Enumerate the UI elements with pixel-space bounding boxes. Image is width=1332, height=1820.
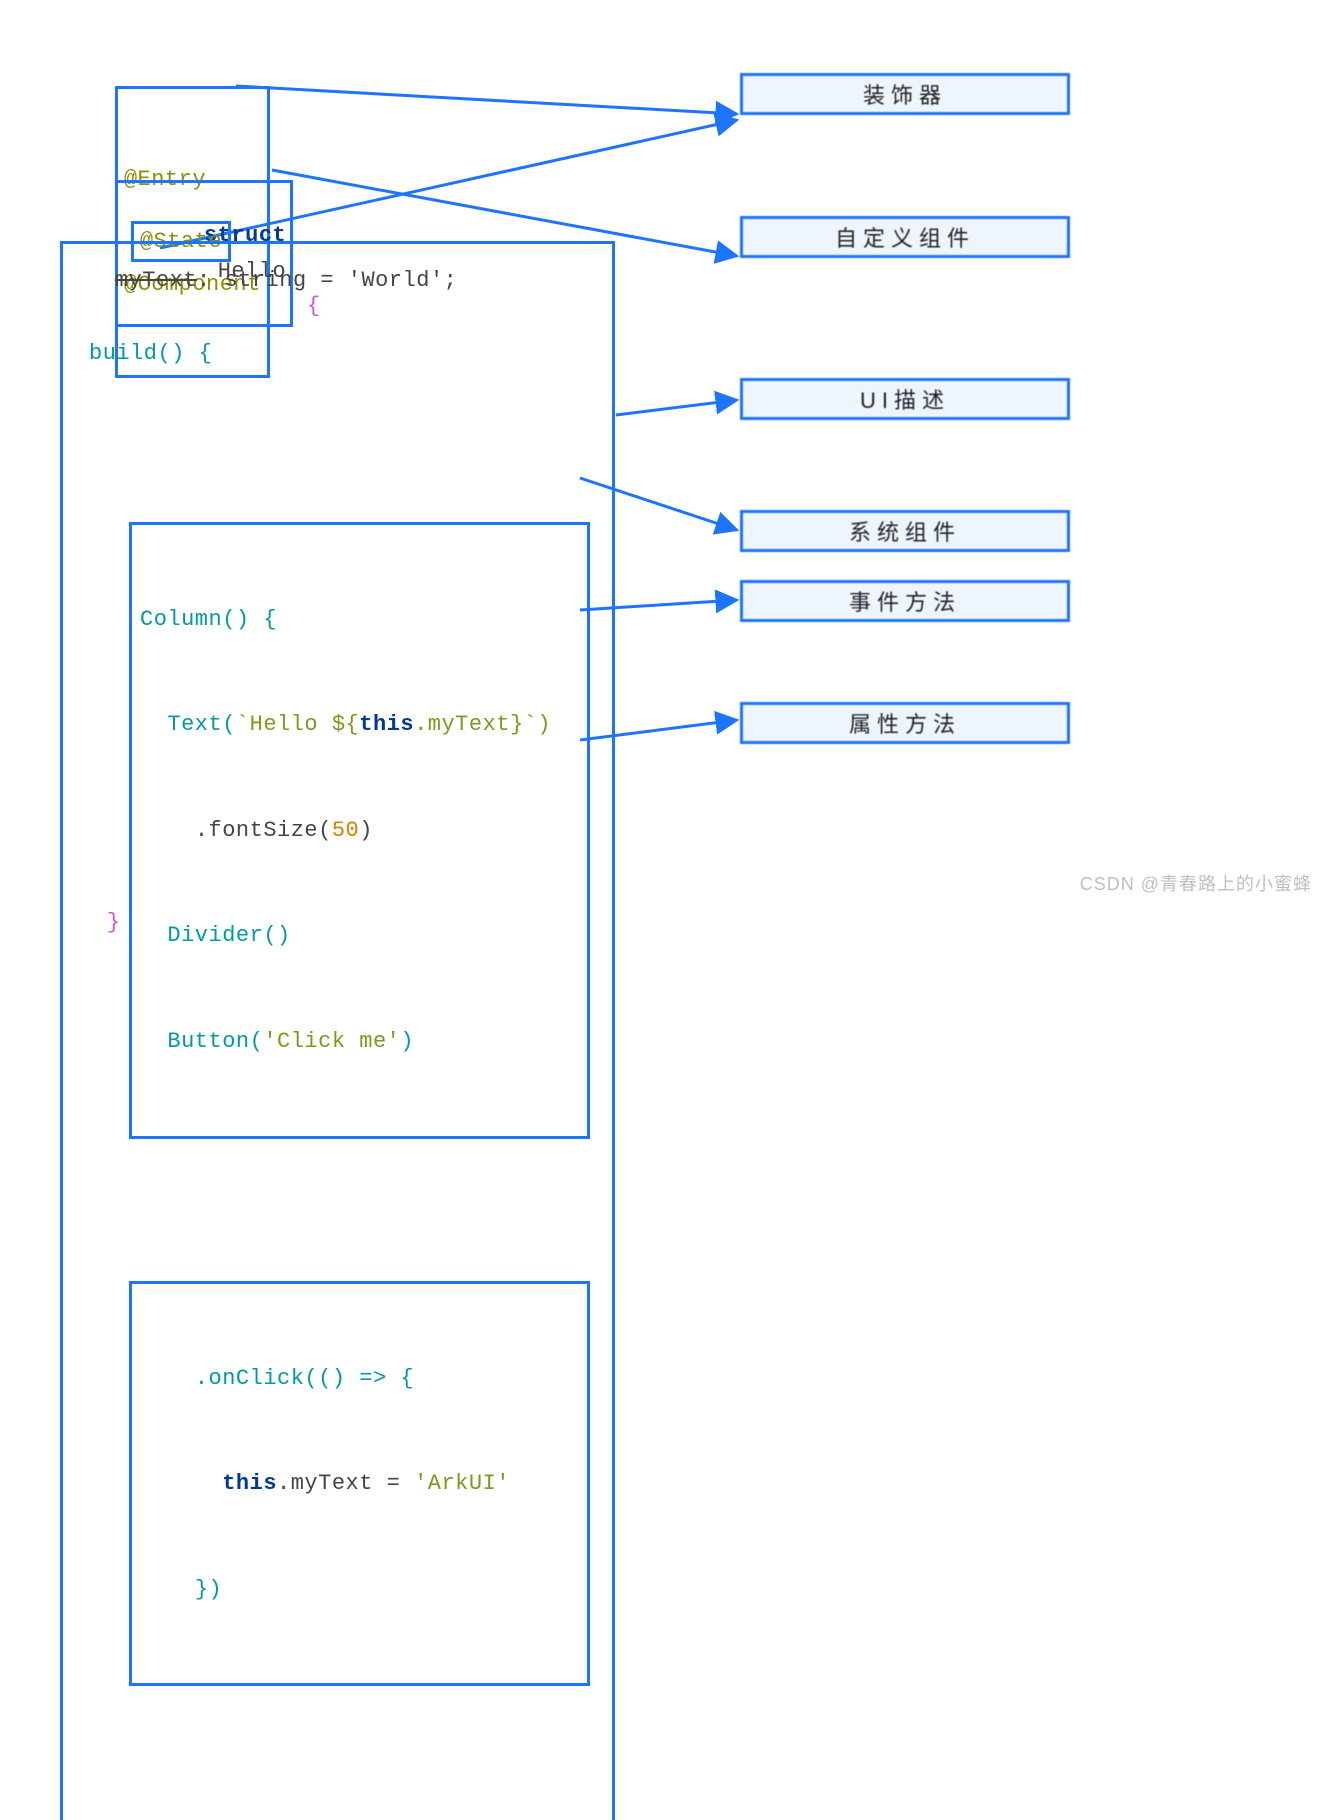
label-ui-desc: UI描述	[740, 378, 1070, 420]
label-decorator: 装饰器	[740, 73, 1070, 115]
build-block: build() { Column() { Text(`Hello ${this.…	[60, 241, 615, 1820]
label-custom-comp: 自定义组件	[740, 216, 1070, 258]
label-attr: 属性方法	[740, 702, 1070, 744]
watermark: CSDN @青春路上的小蜜蜂	[1080, 870, 1312, 896]
event-method-box: .onClick(() => { this.myText = 'ArkUI' }…	[129, 1281, 590, 1686]
struct-close-brace: }	[107, 910, 121, 935]
label-sys-comp: 系统组件	[740, 510, 1070, 552]
label-event: 事件方法	[740, 580, 1070, 622]
system-components-box: Column() { Text(`Hello ${this.myText}`) …	[129, 522, 590, 1138]
